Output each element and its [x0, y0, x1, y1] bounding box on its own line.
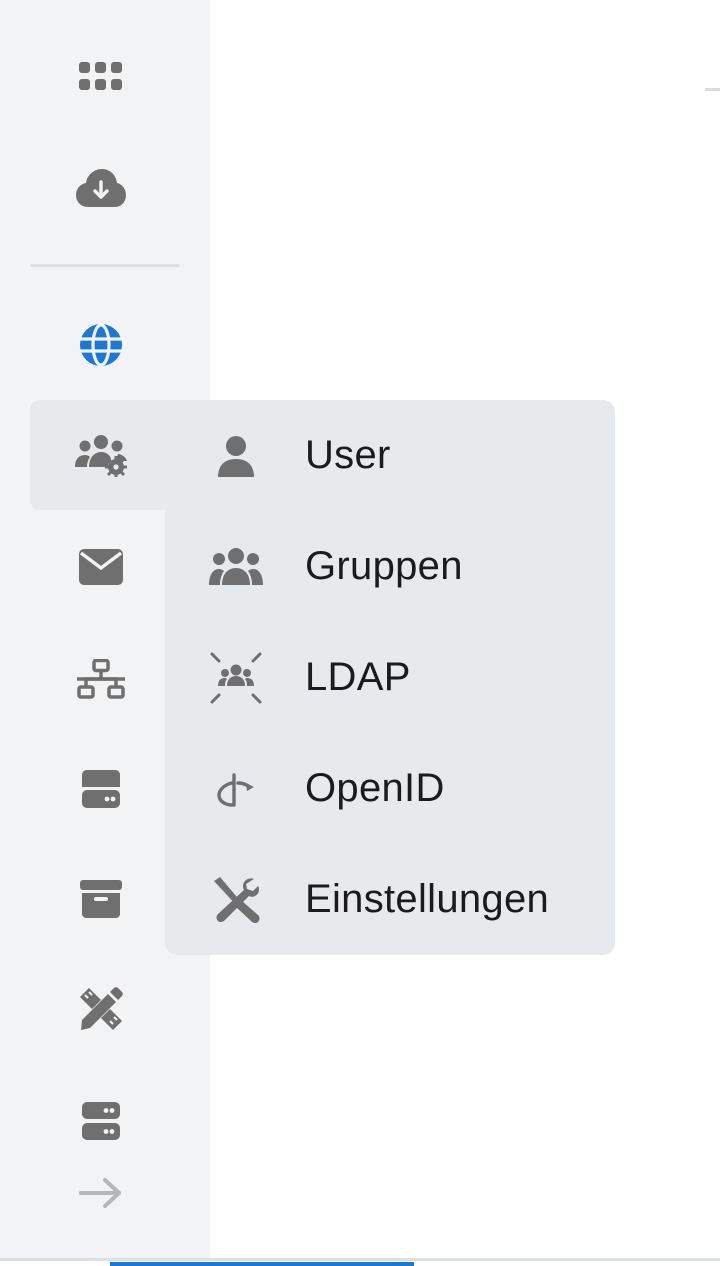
globe-icon[interactable]	[70, 314, 132, 376]
submenu-item-einstellungen[interactable]: Einstellungen	[165, 844, 615, 955]
submenu-item-gruppen[interactable]: Gruppen	[165, 511, 615, 622]
server-icon[interactable]	[70, 1090, 132, 1152]
wrench-screwdriver-icon	[205, 869, 267, 931]
submenu-item-user[interactable]: User	[165, 400, 615, 511]
users-submenu: User Gruppen LDAP OpenID Einstellungen	[165, 400, 615, 955]
network-icon[interactable]	[70, 648, 132, 710]
submenu-label-gruppen: Gruppen	[305, 544, 463, 588]
archive-icon[interactable]	[70, 868, 132, 930]
apps-grid-icon[interactable]	[70, 46, 132, 108]
submenu-label-user: User	[305, 433, 391, 477]
cloud-download-icon[interactable]	[70, 158, 132, 220]
submenu-label-ldap: LDAP	[305, 655, 411, 699]
users-settings-icon[interactable]	[70, 424, 132, 486]
group-icon	[205, 536, 267, 598]
submenu-label-openid: OpenID	[305, 766, 445, 810]
mail-icon[interactable]	[70, 536, 132, 598]
bottom-divider-line	[0, 1258, 720, 1261]
storage-icon[interactable]	[70, 758, 132, 820]
openid-icon	[205, 758, 267, 820]
top-divider-line	[705, 88, 720, 91]
user-icon	[205, 425, 267, 487]
active-tab-indicator	[110, 1262, 414, 1266]
submenu-label-einstellungen: Einstellungen	[305, 877, 550, 921]
tools-icon[interactable]	[70, 978, 132, 1040]
submenu-item-ldap[interactable]: LDAP	[165, 622, 615, 733]
arrow-right-icon[interactable]	[70, 1162, 132, 1224]
sidebar-divider	[30, 264, 180, 267]
ldap-icon	[205, 647, 267, 709]
submenu-item-openid[interactable]: OpenID	[165, 733, 615, 844]
